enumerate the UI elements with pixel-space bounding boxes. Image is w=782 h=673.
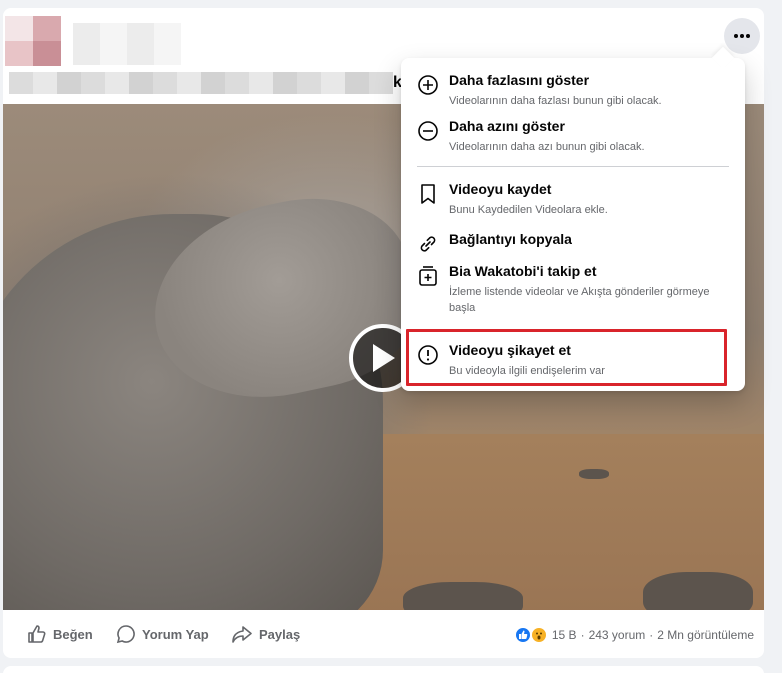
menu-item-show-more[interactable]: Daha fazlasını göster Videolarının daha … (409, 72, 737, 112)
menu-item-subtitle: Videolarının daha azı bunun gibi olacak. (449, 141, 645, 153)
menu-item-title: Videoyu kaydet (449, 181, 552, 197)
caption-blurred (9, 72, 393, 94)
menu-item-save-video[interactable]: Videoyu kaydet Bunu Kaydedilen Videolara… (409, 181, 737, 221)
menu-item-title: Bia Wakatobi'i takip et (449, 263, 597, 279)
menu-item-title: Bağlantıyı kopyala (449, 231, 572, 247)
thumbs-up-icon (28, 625, 46, 643)
reaction-count[interactable]: 15 B (552, 628, 577, 642)
menu-item-title: Daha fazlasını göster (449, 72, 590, 88)
author-name-blurred[interactable] (73, 23, 181, 65)
like-label: Beğen (53, 626, 93, 642)
comment-count[interactable]: 243 yorum (589, 628, 646, 642)
video-scene-rock (579, 469, 609, 479)
comment-button[interactable]: Yorum Yap (116, 624, 209, 644)
menu-item-show-less[interactable]: Daha azını göster Videolarının daha azı … (409, 118, 737, 158)
plus-circle-icon (418, 75, 438, 95)
stats-separator: · (649, 628, 654, 642)
menu-item-follow-page[interactable]: Bia Wakatobi'i takip et İzleme listende … (409, 263, 737, 319)
bookmark-icon (421, 184, 435, 204)
menu-item-subtitle: İzleme listende videolar ve Akışta gönde… (449, 286, 710, 314)
minus-circle-icon (418, 121, 438, 141)
share-button[interactable]: Paylaş (231, 624, 300, 644)
more-horizontal-icon (734, 34, 750, 38)
menu-item-subtitle: Videolarının daha fazlası bunun gibi ola… (449, 95, 662, 107)
more-options-button[interactable] (724, 18, 760, 54)
report-highlight-box (406, 329, 727, 386)
share-icon (232, 626, 252, 643)
stats-separator: · (580, 628, 585, 642)
comment-icon (116, 625, 135, 644)
menu-item-copy-link[interactable]: Bağlantıyı kopyala (409, 231, 737, 257)
menu-item-title: Daha azını göster (449, 118, 565, 134)
post-actions: Beğen Yorum Yap Paylaş 15 B · 243 yorum … (3, 610, 764, 658)
next-post-card (3, 666, 764, 673)
view-count: 2 Mn görüntüleme (657, 628, 754, 642)
wow-reaction-icon[interactable] (529, 626, 548, 644)
menu-item-subtitle: Bunu Kaydedilen Videolara ekle. (449, 204, 608, 216)
comment-label: Yorum Yap (142, 626, 209, 642)
menu-divider (417, 166, 729, 167)
like-button[interactable]: Beğen (27, 624, 93, 644)
link-icon (420, 236, 436, 252)
video-scene-rock (403, 582, 523, 610)
share-label: Paylaş (259, 626, 301, 642)
video-scene-rock (643, 572, 753, 610)
play-icon (373, 344, 395, 372)
follow-icon (419, 266, 437, 286)
avatar[interactable] (5, 16, 61, 66)
post-stats: 15 B · 243 yorum · 2 Mn görüntüleme (513, 626, 754, 644)
